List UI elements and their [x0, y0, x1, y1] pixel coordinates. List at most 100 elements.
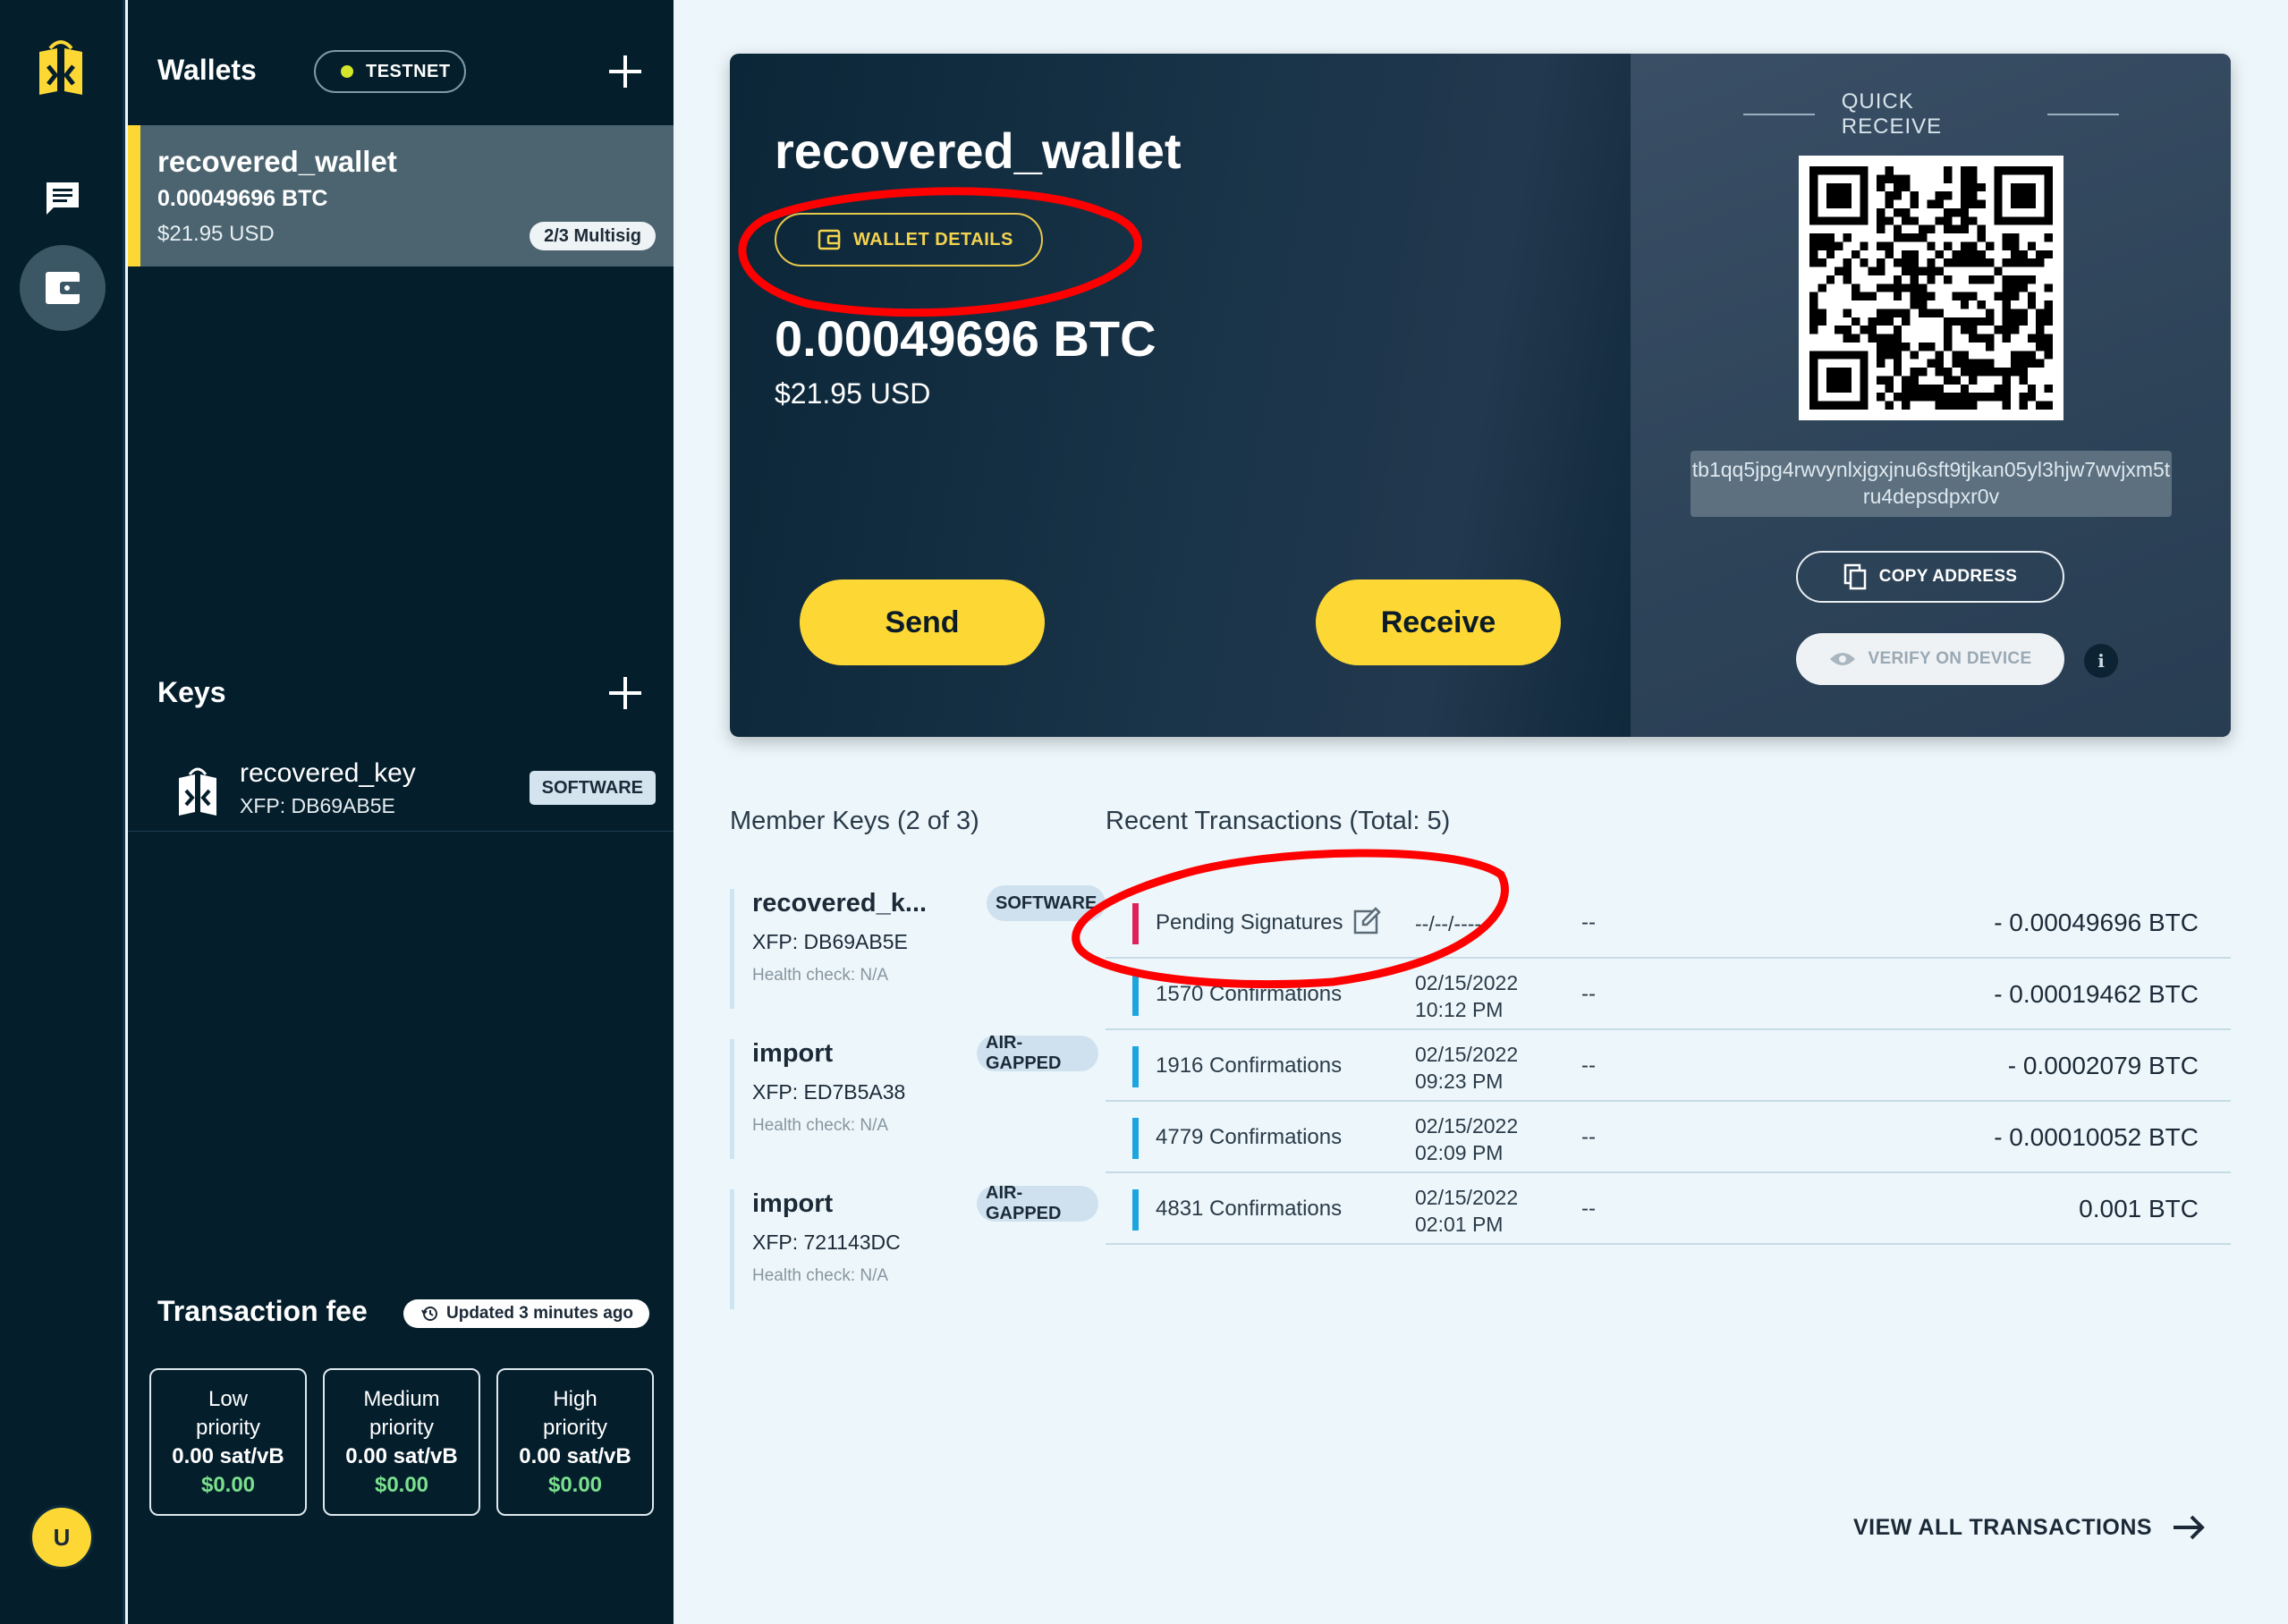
edit-icon[interactable] [1352, 907, 1381, 935]
transaction-row[interactable]: Pending Signatures --/--/---- -- - 0.000… [1106, 887, 2231, 959]
tx-label: -- [1581, 982, 1596, 1006]
tx-date: 02/15/2022 02:09 PM [1415, 1112, 1518, 1166]
tx-amount: - 0.0002079 BTC [2007, 1052, 2199, 1079]
status-bar [1132, 1189, 1139, 1231]
status-bar [1132, 1118, 1139, 1159]
divider [1743, 114, 1815, 115]
btc-balance: 0.00049696 BTC [775, 310, 1157, 367]
tx-label: -- [1581, 1053, 1596, 1078]
fee-option-rate: 0.00 sat/vB [345, 1443, 458, 1468]
wallet-item-btc: 0.00049696 BTC [157, 186, 328, 211]
member-key-name: recovered_k... [752, 889, 928, 918]
quick-receive-title: QUICK RECEIVE [1743, 89, 2119, 139]
fee-option-usd: $0.00 [374, 1472, 429, 1497]
status-bar [1132, 1046, 1139, 1087]
fee-option-label: priority [369, 1415, 434, 1440]
tx-status: 4831 Confirmations [1156, 1197, 1343, 1221]
wallet-list-item[interactable]: recovered_wallet 0.00049696 BTC $21.95 U… [128, 125, 674, 266]
member-key-badge: SOFTWARE [987, 885, 1106, 921]
member-key-xfp: XFP: ED7B5A38 [752, 1080, 906, 1104]
fee-option-rate: 0.00 sat/vB [519, 1443, 631, 1468]
chat-icon[interactable] [43, 179, 82, 218]
wallet-outline-icon [818, 229, 841, 250]
fee-option-usd: $0.00 [200, 1472, 256, 1497]
fee-option-usd: $0.00 [547, 1472, 603, 1497]
quick-receive-label: QUICK RECEIVE [1841, 89, 1943, 139]
fee-option-rate: 0.00 sat/vB [172, 1443, 284, 1468]
keys-heading: Keys [157, 676, 226, 708]
key-type-badge: SOFTWARE [529, 771, 656, 805]
fee-title: Transaction fee [157, 1295, 368, 1327]
fee-option-label: Medium [363, 1386, 440, 1411]
tx-date-time: 02:09 PM [1415, 1141, 1504, 1164]
member-key-health: Health check: N/A [752, 1266, 889, 1285]
history-icon [421, 1307, 437, 1321]
member-key-xfp: XFP: 721143DC [752, 1231, 901, 1254]
network-label: TESTNET [366, 61, 451, 81]
copy-icon [1843, 563, 1866, 590]
key-list-item[interactable]: recovered_key XFP: DB69AB5E SOFTWARE [128, 742, 674, 832]
fee-option-high[interactable]: High priority 0.00 sat/vB $0.00 [496, 1368, 654, 1516]
fee-option-label: priority [542, 1415, 607, 1440]
status-dot-icon [341, 65, 353, 78]
tx-amount: - 0.00019462 BTC [1994, 980, 2199, 1008]
fee-updated-badge: Updated 3 minutes ago [403, 1299, 650, 1328]
icon-rail: U [0, 0, 125, 1624]
eye-icon [1829, 653, 1855, 665]
member-key-item[interactable]: recovered_k... XFP: DB69AB5E Health chec… [730, 885, 1106, 1009]
view-all-label: VIEW ALL TRANSACTIONS [1853, 1514, 2153, 1540]
status-bar [1132, 903, 1139, 944]
arrow-right-icon [2174, 1515, 2205, 1540]
tx-label: -- [1581, 1197, 1596, 1221]
tx-amount: - 0.00010052 BTC [1994, 1123, 2199, 1151]
tx-date: --/--/---- [1415, 912, 1482, 935]
tx-date-time: 02:01 PM [1415, 1213, 1504, 1236]
tx-label: -- [1581, 1125, 1596, 1149]
receive-button[interactable]: Receive [1316, 579, 1561, 665]
send-button[interactable]: Send [800, 579, 1045, 665]
fee-updated-label: Updated 3 minutes ago [446, 1304, 634, 1323]
wallet-title: recovered_wallet [775, 123, 1182, 179]
tx-amount: 0.001 BTC [2079, 1195, 2199, 1222]
fee-option-label: Low [208, 1386, 249, 1411]
tx-date-day: 02/15/2022 [1415, 1114, 1519, 1138]
user-avatar[interactable]: U [30, 1505, 94, 1569]
copy-address-label: COPY ADDRESS [1878, 567, 2018, 586]
member-key-health: Health check: N/A [752, 1116, 889, 1135]
tx-status: Pending Signatures [1156, 910, 1343, 935]
member-key-item[interactable]: import XFP: ED7B5A38 Health check: N/A A… [730, 1033, 1098, 1159]
member-key-xfp: XFP: DB69AB5E [752, 930, 908, 953]
transaction-row[interactable]: 1570 Confirmations 02/15/2022 10:12 PM -… [1106, 959, 2231, 1030]
transaction-row[interactable]: 1916 Confirmations 02/15/2022 09:23 PM -… [1106, 1030, 2231, 1102]
divider [2047, 114, 2119, 115]
view-all-transactions-link[interactable]: VIEW ALL TRANSACTIONS [1853, 1510, 2206, 1545]
wallet-details-label: WALLET DETAILS [853, 229, 1013, 250]
transaction-row[interactable]: 4779 Confirmations 02/15/2022 02:09 PM -… [1106, 1102, 2231, 1173]
copy-address-button[interactable]: COPY ADDRESS [1796, 551, 2064, 603]
tx-date: 02/15/2022 10:12 PM [1415, 969, 1518, 1023]
verify-on-device-label: VERIFY ON DEVICE [1868, 649, 2032, 668]
member-key-badge: AIR-GAPPED [977, 1183, 1098, 1223]
fee-option-medium[interactable]: Medium priority 0.00 sat/vB $0.00 [323, 1368, 480, 1516]
tx-date-day: 02/15/2022 [1415, 1186, 1519, 1209]
wallet-details-button[interactable]: WALLET DETAILS [775, 213, 1043, 266]
verify-on-device-button[interactable]: VERIFY ON DEVICE [1796, 633, 2064, 685]
wallet-icon [46, 272, 81, 304]
tx-date-time: 09:23 PM [1415, 1070, 1504, 1093]
tx-date-time: 10:12 PM [1415, 998, 1504, 1021]
wallet-item-name: recovered_wallet [157, 145, 397, 178]
info-icon[interactable]: i [2084, 644, 2118, 678]
key-item-name: recovered_key [240, 758, 416, 788]
member-keys-heading: Member Keys (2 of 3) [730, 807, 979, 835]
add-wallet-button[interactable] [609, 55, 641, 88]
tx-date: 02/15/2022 02:01 PM [1415, 1184, 1518, 1238]
add-key-button[interactable] [609, 677, 641, 709]
app-logo-icon[interactable] [34, 36, 88, 98]
transaction-row[interactable]: 4831 Confirmations 02/15/2022 02:01 PM -… [1106, 1173, 2231, 1245]
member-key-item[interactable]: import XFP: 721143DC Health check: N/A A… [730, 1183, 1098, 1309]
key-logo-icon [179, 767, 216, 816]
recent-transactions-heading: Recent Transactions (Total: 5) [1106, 807, 1451, 835]
wallets-heading: Wallets [157, 54, 257, 86]
fee-option-low[interactable]: Low priority 0.00 sat/vB $0.00 [149, 1368, 307, 1516]
wallets-nav-button[interactable] [20, 245, 106, 331]
